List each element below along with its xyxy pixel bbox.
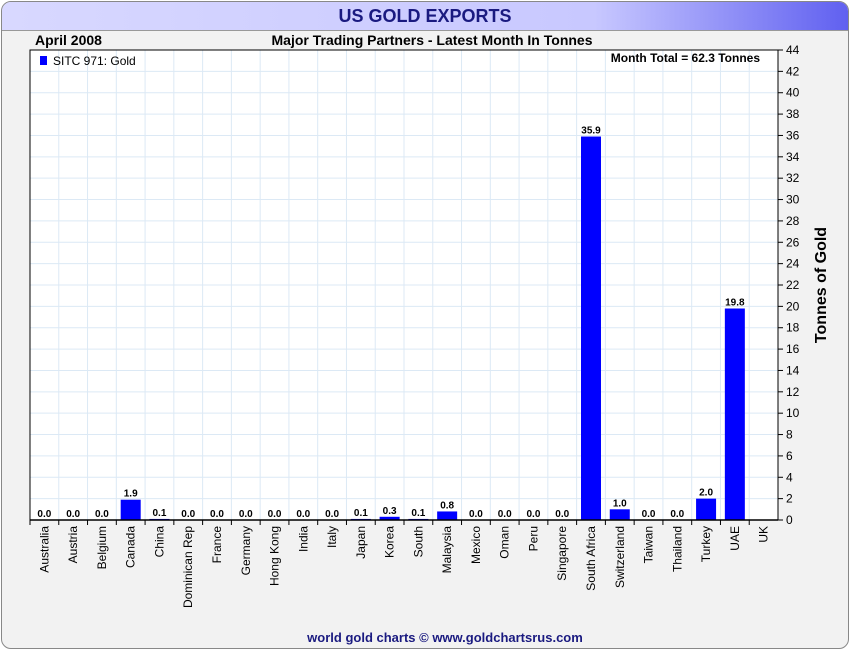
data-label: 0.1 [153, 508, 167, 519]
y-tick-label: 22 [786, 278, 800, 292]
y-tick-label: 24 [786, 257, 800, 271]
bar-chart: April 2008 Major Trading Partners - Lates… [29, 32, 830, 645]
y-axis-label: Tonnes of Gold [813, 227, 830, 343]
y-tick-label: 42 [786, 64, 800, 78]
bar-canada [120, 499, 141, 520]
legend-swatch [40, 56, 47, 65]
data-label: 0.0 [37, 509, 51, 520]
data-label: 0.0 [268, 509, 282, 520]
x-tick-label: Malaysia [440, 526, 454, 574]
y-tick-label: 10 [786, 406, 800, 420]
y-tick-label: 20 [786, 299, 800, 313]
x-tick-label: Taiwan [642, 526, 656, 563]
x-tick-label: Japan [354, 526, 368, 559]
x-tick-label: Oman [498, 526, 512, 559]
y-tick-label: 44 [786, 43, 800, 57]
x-tick-label: Korea [383, 526, 397, 558]
data-label: 0.8 [440, 500, 454, 511]
period-label: April 2008 [35, 32, 102, 48]
y-tick-label: 30 [786, 193, 800, 207]
x-tick-label: Mexico [469, 526, 483, 564]
x-tick-label: Switzerland [613, 526, 627, 588]
data-label: 0.0 [239, 509, 253, 520]
x-tick-label: UK [757, 526, 771, 543]
data-label: 19.8 [725, 298, 745, 309]
data-label: 0.0 [555, 509, 569, 520]
y-tick-label: 8 [786, 428, 793, 442]
data-label: 35.9 [581, 126, 601, 137]
x-tick-label: Australia [37, 526, 51, 573]
x-tick-label: Germany [239, 526, 253, 575]
data-label: 1.0 [613, 498, 627, 509]
y-tick-label: 34 [786, 150, 800, 164]
data-label: 0.0 [325, 509, 339, 520]
x-tick-label: Singapore [555, 526, 569, 581]
x-tick-label: Dominican Rep [181, 526, 195, 608]
x-tick-label: Thailand [670, 526, 684, 572]
bar-malaysia [437, 511, 458, 520]
y-tick-label: 32 [786, 171, 800, 185]
y-tick-label: 12 [786, 385, 800, 399]
data-label: 0.0 [527, 509, 541, 520]
x-tick-label: Turkey [699, 526, 713, 562]
bar-south-africa [581, 136, 601, 521]
x-tick-label: Hong Kong [268, 526, 282, 586]
x-tick-label: China [152, 526, 166, 558]
month-total-annotation: Month Total = 62.3 Tonnes [611, 51, 761, 65]
y-tick-label: 16 [786, 342, 800, 356]
data-label: 0.0 [210, 509, 224, 520]
data-label: 0.0 [296, 509, 310, 520]
data-label: 0.0 [95, 509, 109, 520]
y-tick-label: 38 [786, 107, 800, 121]
x-tick-label: UAE [728, 526, 742, 551]
legend-label: SITC 971: Gold [53, 54, 136, 68]
bar-turkey [696, 498, 717, 520]
data-label: 2.0 [699, 488, 713, 499]
x-tick-label: South [411, 526, 425, 557]
y-tick-label: 40 [786, 86, 800, 100]
data-label: 0.3 [383, 506, 397, 517]
data-label: 0.0 [66, 509, 80, 520]
data-label: 1.9 [124, 489, 138, 500]
x-tick-label: Belgium [95, 526, 109, 569]
data-label: 0.1 [354, 508, 368, 519]
y-tick-label: 2 [786, 492, 793, 506]
x-tick-label: France [210, 526, 224, 564]
bar-switzerland [609, 509, 630, 520]
y-tick-label: 0 [786, 513, 793, 527]
y-tick-label: 36 [786, 128, 800, 142]
data-label: 0.1 [411, 508, 425, 519]
y-tick-label: 4 [786, 470, 793, 484]
x-tick-label: India [296, 526, 310, 552]
y-tick-label: 14 [786, 363, 800, 377]
x-tick-label: Italy [325, 526, 339, 548]
chart-subtitle: Major Trading Partners - Latest Month In… [272, 32, 593, 48]
bar-uae [724, 308, 745, 520]
data-label: 0.0 [469, 509, 483, 520]
data-label: 0.0 [498, 509, 512, 520]
x-tick-label: Austria [66, 526, 80, 564]
x-tick-label: South Africa [584, 526, 598, 591]
x-tick-label: Peru [526, 526, 540, 551]
data-label: 0.0 [181, 509, 195, 520]
x-tick-label: Canada [124, 526, 138, 568]
y-tick-label: 6 [786, 449, 793, 463]
footer-credit: world gold charts © www.goldchartsrus.co… [306, 630, 583, 645]
y-tick-label: 26 [786, 235, 800, 249]
data-label: 0.0 [670, 509, 684, 520]
data-label: 0.0 [642, 509, 656, 520]
y-tick-label: 18 [786, 321, 800, 335]
y-tick-label: 28 [786, 214, 800, 228]
